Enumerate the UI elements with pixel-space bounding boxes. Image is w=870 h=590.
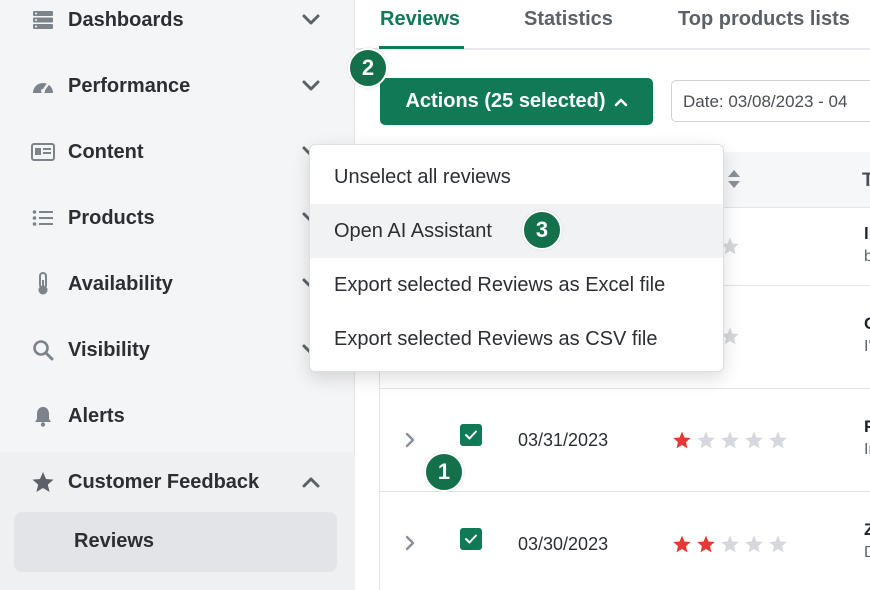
chevron-up-icon [614, 90, 628, 113]
star-rating [672, 430, 788, 450]
star-empty-icon [721, 535, 739, 553]
review-date: 03/30/2023 [518, 534, 609, 554]
sort-icon[interactable] [726, 168, 742, 195]
thermometer-icon [31, 272, 55, 296]
tab-statistics[interactable]: Statistics [524, 8, 613, 31]
step-badge-3: 3 [522, 210, 562, 250]
list-icon [31, 206, 55, 230]
review-title: F [864, 417, 870, 436]
sidebar-subitem-reviews[interactable]: Reviews [14, 512, 337, 572]
review-text: I' [864, 338, 870, 355]
review-text: b [864, 248, 870, 265]
sidebar-item-availability[interactable]: Availability [0, 260, 355, 308]
review-title: li [864, 224, 870, 243]
sidebar-item-label: Dashboards [68, 8, 184, 31]
star-rating [672, 534, 788, 554]
checkmark-icon [465, 534, 477, 544]
table-row[interactable]: 03/30/2023 Z D [380, 492, 870, 590]
active-tab-indicator [379, 46, 464, 49]
star-icon [31, 470, 55, 494]
tab-bar: Reviews Statistics Top products lists [356, 0, 870, 50]
sidebar: Dashboards Performance Content Products … [0, 0, 355, 590]
chevron-right-icon[interactable] [402, 534, 420, 552]
review-text: D [864, 544, 870, 561]
star-empty-icon [697, 431, 715, 449]
chevron-up-icon[interactable] [298, 469, 324, 495]
sidebar-item-visibility[interactable]: Visibility [0, 326, 355, 374]
tab-top-products-lists[interactable]: Top products lists [678, 8, 850, 31]
menu-item-unselect-all[interactable]: Unselect all reviews [310, 150, 723, 204]
row-checkbox[interactable] [460, 528, 482, 550]
sidebar-item-alerts[interactable]: Alerts [0, 392, 355, 440]
sidebar-item-label: Customer Feedback [68, 470, 260, 493]
actions-button-label: Actions (25 selected) [405, 90, 606, 112]
tab-reviews[interactable]: Reviews [380, 8, 460, 31]
star-empty-icon [721, 431, 739, 449]
sidebar-item-label: Visibility [68, 338, 150, 361]
chevron-right-icon[interactable] [402, 431, 420, 449]
sidebar-item-dashboards[interactable]: Dashboards [0, 0, 355, 44]
step-badge-1: 1 [424, 452, 464, 492]
search-icon [31, 338, 55, 362]
star-empty-icon [745, 535, 763, 553]
menu-item-export-csv[interactable]: Export selected Reviews as CSV file [310, 312, 723, 366]
gauge-icon [31, 74, 55, 98]
date-filter[interactable]: Date: 03/08/2023 - 04 [671, 80, 870, 122]
star-empty-icon [745, 431, 763, 449]
checkmark-icon [465, 430, 477, 440]
sidebar-item-label: Content [68, 140, 144, 163]
menu-item-open-ai-assistant[interactable]: Open AI Assistant [310, 204, 723, 258]
actions-button[interactable]: Actions (25 selected) [380, 78, 653, 125]
sidebar-item-performance[interactable]: Performance [0, 62, 355, 110]
chevron-down-icon[interactable] [298, 73, 324, 99]
sidebar-item-label: Availability [68, 272, 173, 295]
row-checkbox[interactable] [460, 424, 482, 446]
review-title: C [864, 314, 870, 334]
chevron-down-icon[interactable] [298, 7, 324, 33]
sidebar-item-content[interactable]: Content [0, 128, 355, 176]
star-filled-icon [673, 535, 691, 553]
server-icon [31, 8, 55, 32]
review-title: Z [864, 520, 870, 539]
review-date: 03/31/2023 [518, 430, 609, 450]
star-filled-icon [697, 535, 715, 553]
sidebar-item-label: Products [68, 206, 155, 229]
column-header-title[interactable]: T [862, 170, 870, 192]
sidebar-item-label: Alerts [68, 404, 125, 427]
star-filled-icon [673, 431, 691, 449]
id-card-icon [31, 140, 55, 164]
sidebar-item-customer-feedback[interactable]: Customer Feedback [0, 458, 355, 506]
sidebar-subitem-label: Reviews [74, 530, 155, 552]
step-badge-2: 2 [348, 48, 388, 88]
bell-icon [31, 404, 55, 428]
sidebar-item-products[interactable]: Products [0, 194, 355, 242]
review-text: Ir [864, 441, 870, 458]
star-empty-icon [769, 431, 787, 449]
menu-item-export-excel[interactable]: Export selected Reviews as Excel file [310, 258, 723, 312]
star-empty-icon [769, 535, 787, 553]
actions-dropdown-menu: Unselect all reviews Open AI Assistant E… [309, 144, 724, 372]
sidebar-item-label: Performance [68, 74, 191, 97]
